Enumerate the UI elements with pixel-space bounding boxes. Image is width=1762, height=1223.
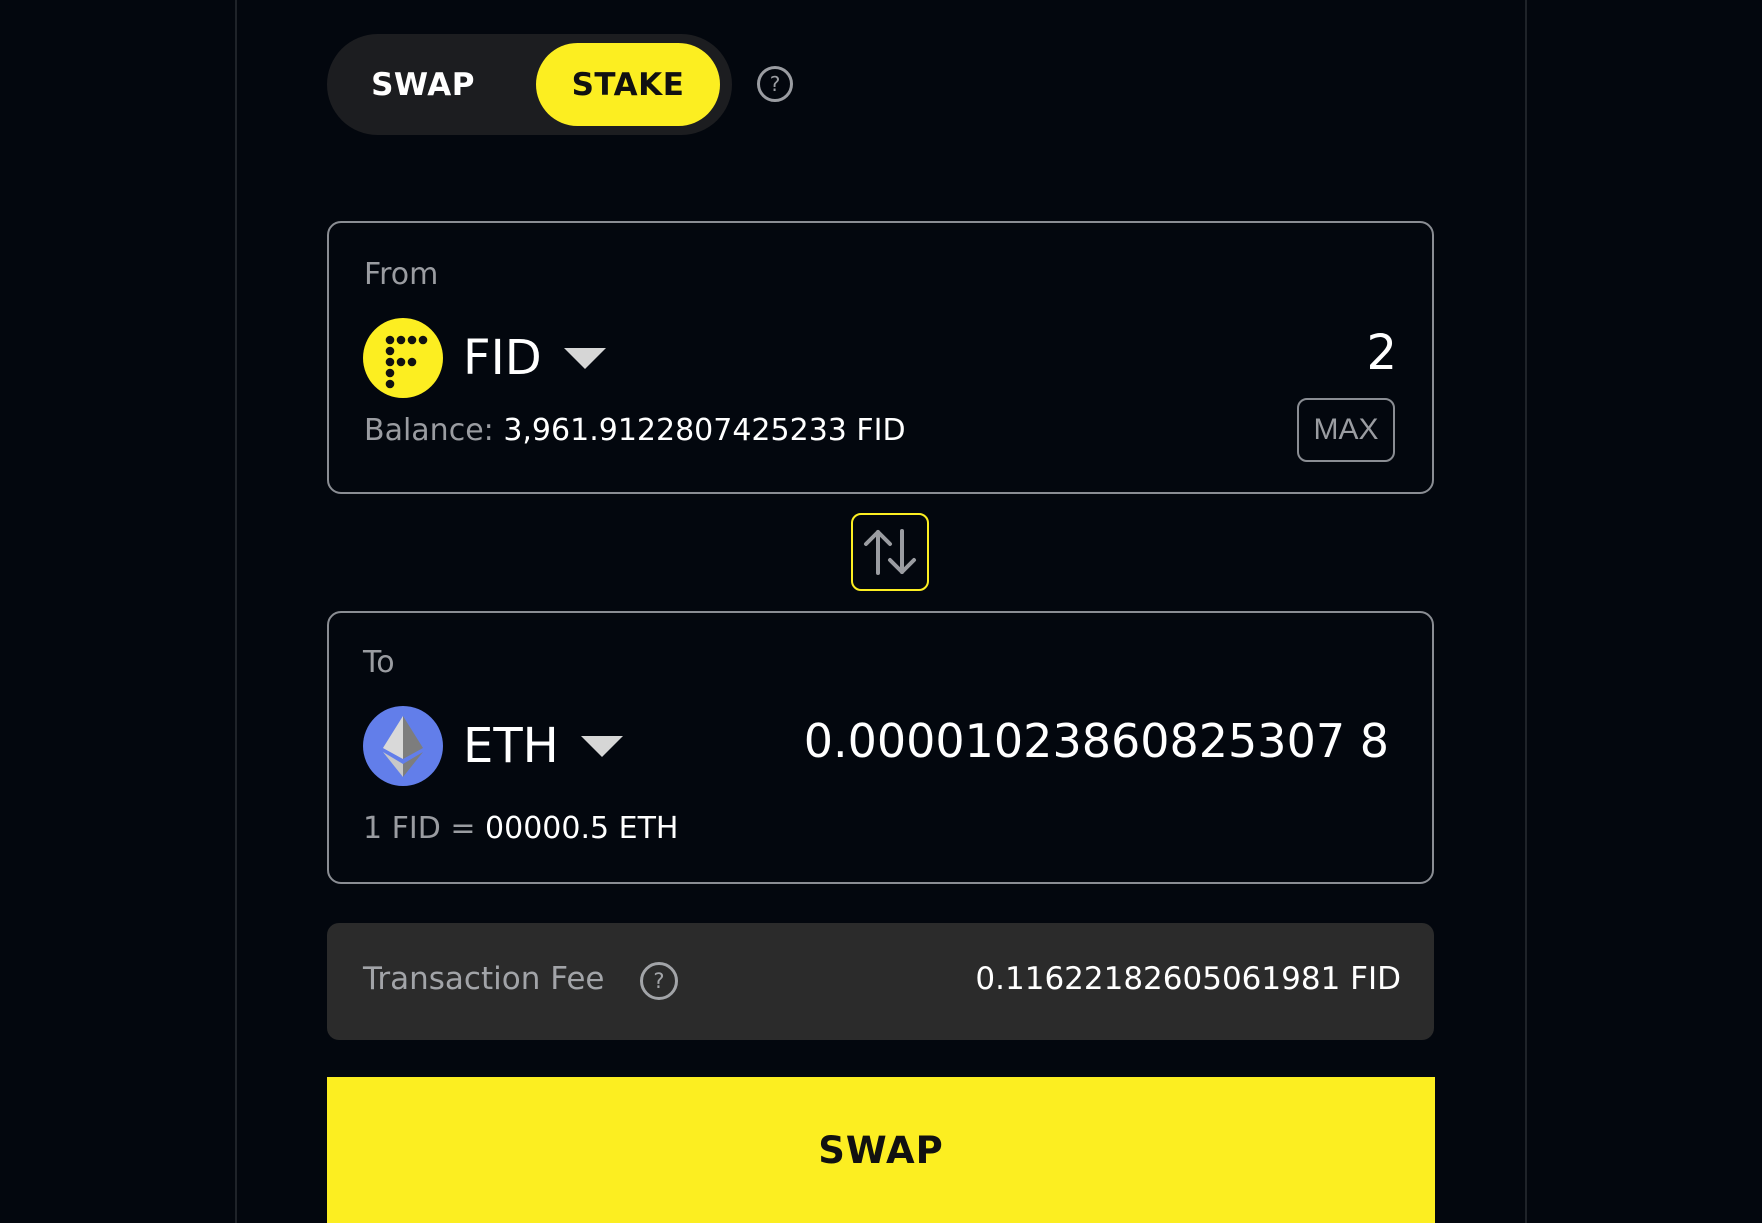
from-balance: Balance: 3,961.9122807425233 FID [364,413,906,448]
fid-coin-icon [363,318,443,398]
svg-text:?: ? [770,72,781,96]
swap-page: SWAP STAKE ? From FID 2 Balance: 3,961.9… [0,0,1762,1223]
chevron-down-icon [580,735,623,757]
arrows-up-down-icon [864,529,916,575]
from-label: From [364,257,439,292]
from-token-select[interactable]: FID [363,318,606,398]
from-amount-input[interactable] [897,321,1397,385]
eth-coin-icon [363,706,443,786]
from-panel: From FID Balance: 3,961.912280742523 [327,221,1434,494]
to-amount-input[interactable] [769,706,1389,776]
transaction-fee-bar: Transaction Fee ? 0.11622182605061981 FI… [327,923,1434,1040]
help-icon[interactable]: ? [756,65,794,103]
to-token-select[interactable]: ETH [363,706,623,786]
balance-value: 3,961.9122807425233 FID [503,413,906,448]
exchange-rate: 1 FID = 00000.5 ETH [363,811,678,846]
right-divider [1525,0,1527,1223]
help-icon[interactable]: ? [639,961,679,1001]
balance-label: Balance: [364,413,494,448]
svg-text:?: ? [653,969,664,993]
left-divider [235,0,237,1223]
mode-toggle: SWAP STAKE [327,34,732,135]
rate-prefix: 1 FID = [363,811,476,846]
to-token-symbol: ETH [463,718,559,774]
switch-direction-button[interactable] [851,513,929,591]
swap-tab[interactable]: SWAP [339,43,507,126]
swap-submit-button[interactable]: SWAP [327,1077,1435,1223]
from-token-symbol: FID [463,330,542,386]
to-panel: To ETH 1 FID = 00000.5 ETH [327,611,1434,884]
max-button[interactable]: MAX [1297,398,1395,462]
chevron-down-icon [563,347,606,369]
fee-value: 0.11622182605061981 FID [975,961,1401,997]
stake-tab[interactable]: STAKE [536,43,720,126]
rate-value: 00000.5 ETH [485,811,679,846]
to-label: To [363,645,395,680]
fee-label: Transaction Fee [363,961,605,997]
